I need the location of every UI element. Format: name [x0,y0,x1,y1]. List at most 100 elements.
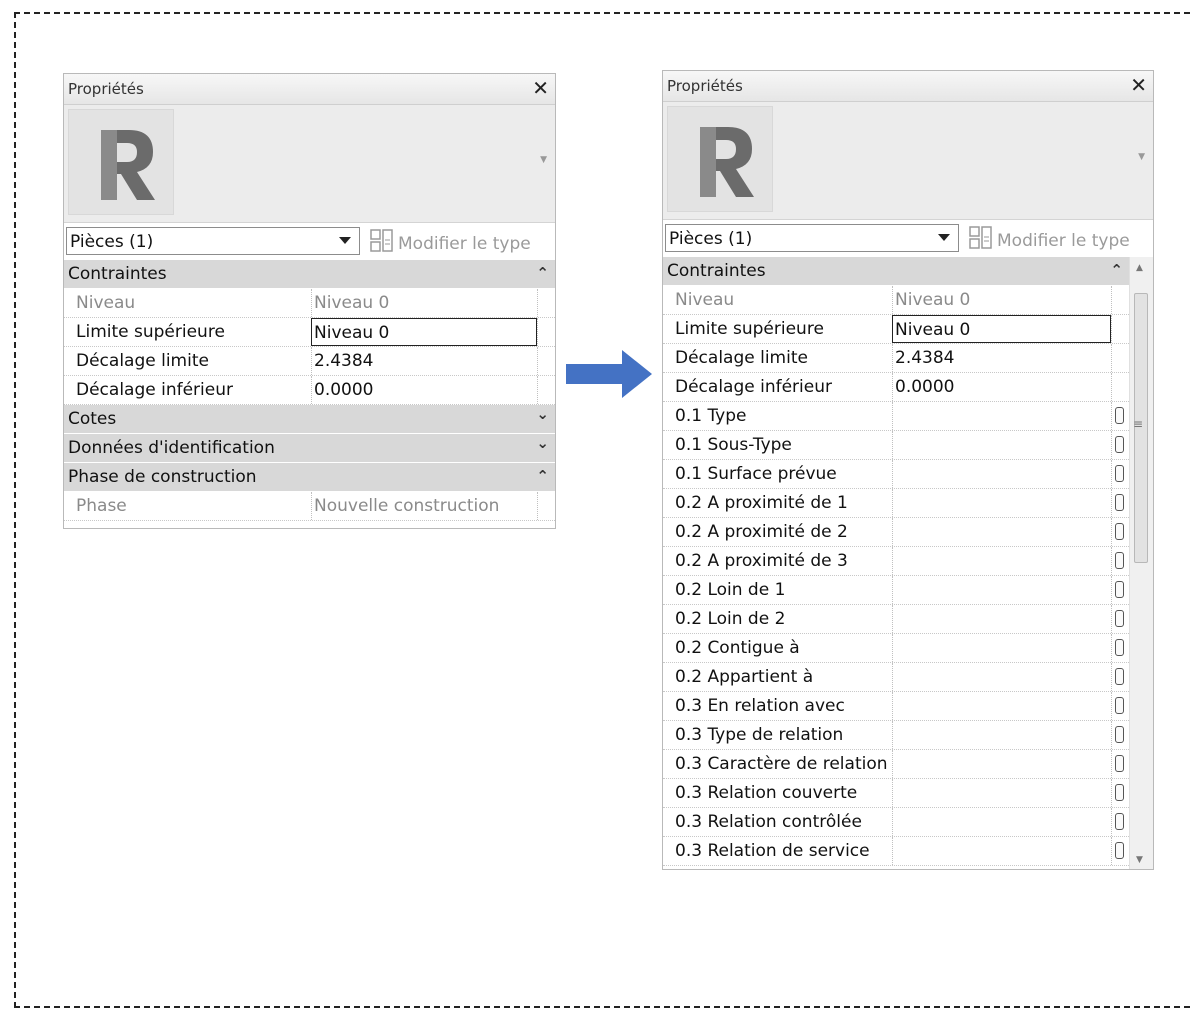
property-value[interactable] [892,518,1111,546]
property-value[interactable] [892,605,1111,633]
collapse-icon[interactable]: ⌃ [536,467,549,485]
property-row[interactable]: Décalage limite 2.4384 [663,344,1129,373]
property-value[interactable]: 0.0000 [311,376,537,404]
property-row[interactable]: Décalage inférieur 0.0000 [663,373,1129,402]
property-name: Décalage inférieur [76,380,233,400]
property-row[interactable]: 0.3 Relation contrôlée [663,808,1129,837]
parameter-button[interactable] [1115,465,1124,482]
property-value[interactable] [892,692,1111,720]
category-header[interactable]: Cotes ⌄ [64,405,555,434]
vertical-scrollbar[interactable]: ▲ ≡ ▼ [1129,257,1153,869]
parameter-button[interactable] [1115,842,1124,859]
parameter-button[interactable] [1115,697,1124,714]
property-row[interactable]: 0.2 Appartient à [663,663,1129,692]
property-row[interactable]: 0.2 A proximité de 3 [663,547,1129,576]
property-value[interactable] [892,489,1111,517]
expand-icon[interactable]: ⌄ [536,405,549,423]
property-value[interactable] [892,431,1111,459]
property-row[interactable]: 0.3 Relation couverte [663,779,1129,808]
property-name: 0.3 Caractère de relation [675,754,888,774]
scroll-up-icon[interactable]: ▲ [1136,263,1143,273]
close-icon[interactable]: ✕ [1130,73,1147,97]
property-name: 0.1 Sous-Type [675,435,792,455]
property-row[interactable]: Décalage inférieur 0.0000 [64,376,555,405]
category-label: Phase de construction [68,467,257,487]
type-selector-dropdown[interactable]: Pièces (1) [66,227,360,255]
property-row[interactable]: 0.3 Caractère de relation [663,750,1129,779]
close-icon[interactable]: ✕ [532,76,549,100]
collapse-icon[interactable]: ⌃ [536,264,549,282]
edit-type-button[interactable]: Modifier le type [370,229,531,254]
property-row[interactable]: 0.2 A proximité de 1 [663,489,1129,518]
property-row[interactable]: 0.3 Relation de service [663,837,1129,866]
property-value[interactable]: Nouvelle construction [311,492,537,520]
property-row[interactable]: Limite supérieure Niveau 0 [663,315,1129,344]
category-header[interactable]: Données d'identification ⌄ [64,434,555,463]
parameter-button[interactable] [1115,581,1124,598]
property-value[interactable] [892,808,1111,836]
property-value[interactable] [892,837,1111,865]
parameter-button[interactable] [1115,784,1124,801]
category-header[interactable]: Contraintes ⌃ [64,260,555,289]
property-value[interactable]: Niveau 0 [892,286,1111,314]
property-value[interactable] [892,547,1111,575]
property-row[interactable]: 0.2 Contigue à [663,634,1129,663]
property-value[interactable]: 2.4384 [311,347,537,375]
property-value[interactable] [892,721,1111,749]
property-row[interactable]: 0.2 Loin de 1 [663,576,1129,605]
property-value[interactable] [892,402,1111,430]
property-value[interactable]: 2.4384 [892,344,1111,372]
property-value-text: Niveau 0 [895,290,971,310]
parameter-button[interactable] [1115,436,1124,453]
parameter-button[interactable] [1115,813,1124,830]
property-value[interactable] [892,576,1111,604]
property-value[interactable] [892,663,1111,691]
property-row[interactable]: 0.2 Loin de 2 [663,605,1129,634]
property-row[interactable]: Décalage limite 2.4384 [64,347,555,376]
property-value[interactable] [892,634,1111,662]
parameter-button[interactable] [1115,610,1124,627]
type-selector-dropdown[interactable]: Pièces (1) [665,224,959,252]
transition-arrow-icon [566,350,652,398]
collapse-icon[interactable]: ⌃ [1110,261,1123,279]
chevron-down-icon [938,234,950,241]
property-row[interactable]: 0.3 Type de relation [663,721,1129,750]
property-value[interactable] [892,779,1111,807]
property-row[interactable]: Phase Nouvelle construction [64,492,555,521]
parameter-button[interactable] [1115,407,1124,424]
property-row[interactable]: 0.2 A proximité de 2 [663,518,1129,547]
property-value[interactable] [892,750,1111,778]
property-name: Phase [76,496,127,516]
expand-icon[interactable]: ⌄ [536,434,549,452]
parameter-button[interactable] [1115,523,1124,540]
property-row[interactable]: Niveau Niveau 0 [663,286,1129,315]
property-value[interactable]: Niveau 0 [892,315,1111,343]
preview-dropdown-icon[interactable]: ▼ [1138,152,1145,162]
scroll-down-icon[interactable]: ▼ [1136,855,1143,865]
preview-dropdown-icon[interactable]: ▼ [540,155,547,165]
property-name: Niveau [675,290,735,310]
property-row[interactable]: 0.3 En relation avec [663,692,1129,721]
edit-type-button[interactable]: Modifier le type [969,226,1130,251]
property-value[interactable]: Niveau 0 [311,289,537,317]
property-row[interactable]: Niveau Niveau 0 [64,289,555,318]
scrollbar-grip-icon: ≡ [1133,417,1144,431]
property-row[interactable]: Limite supérieure Niveau 0 [64,318,555,347]
parameter-button[interactable] [1115,552,1124,569]
parameter-button[interactable] [1115,668,1124,685]
parameter-button[interactable] [1115,755,1124,772]
parameter-button[interactable] [1115,726,1124,743]
property-row[interactable]: 0.1 Type [663,402,1129,431]
property-row[interactable]: 0.1 Surface prévue [663,460,1129,489]
property-value[interactable]: Niveau 0 [311,318,537,346]
property-value-text: 0.0000 [314,380,374,400]
parameter-button[interactable] [1115,494,1124,511]
property-name: 0.3 Relation couverte [675,783,858,803]
property-value[interactable]: 0.0000 [892,373,1111,401]
property-name: Décalage limite [76,351,209,371]
property-row[interactable]: 0.1 Sous-Type [663,431,1129,460]
category-header[interactable]: Phase de construction ⌃ [64,463,555,492]
category-header[interactable]: Contraintes ⌃ [663,257,1129,286]
parameter-button[interactable] [1115,639,1124,656]
property-value[interactable] [892,460,1111,488]
